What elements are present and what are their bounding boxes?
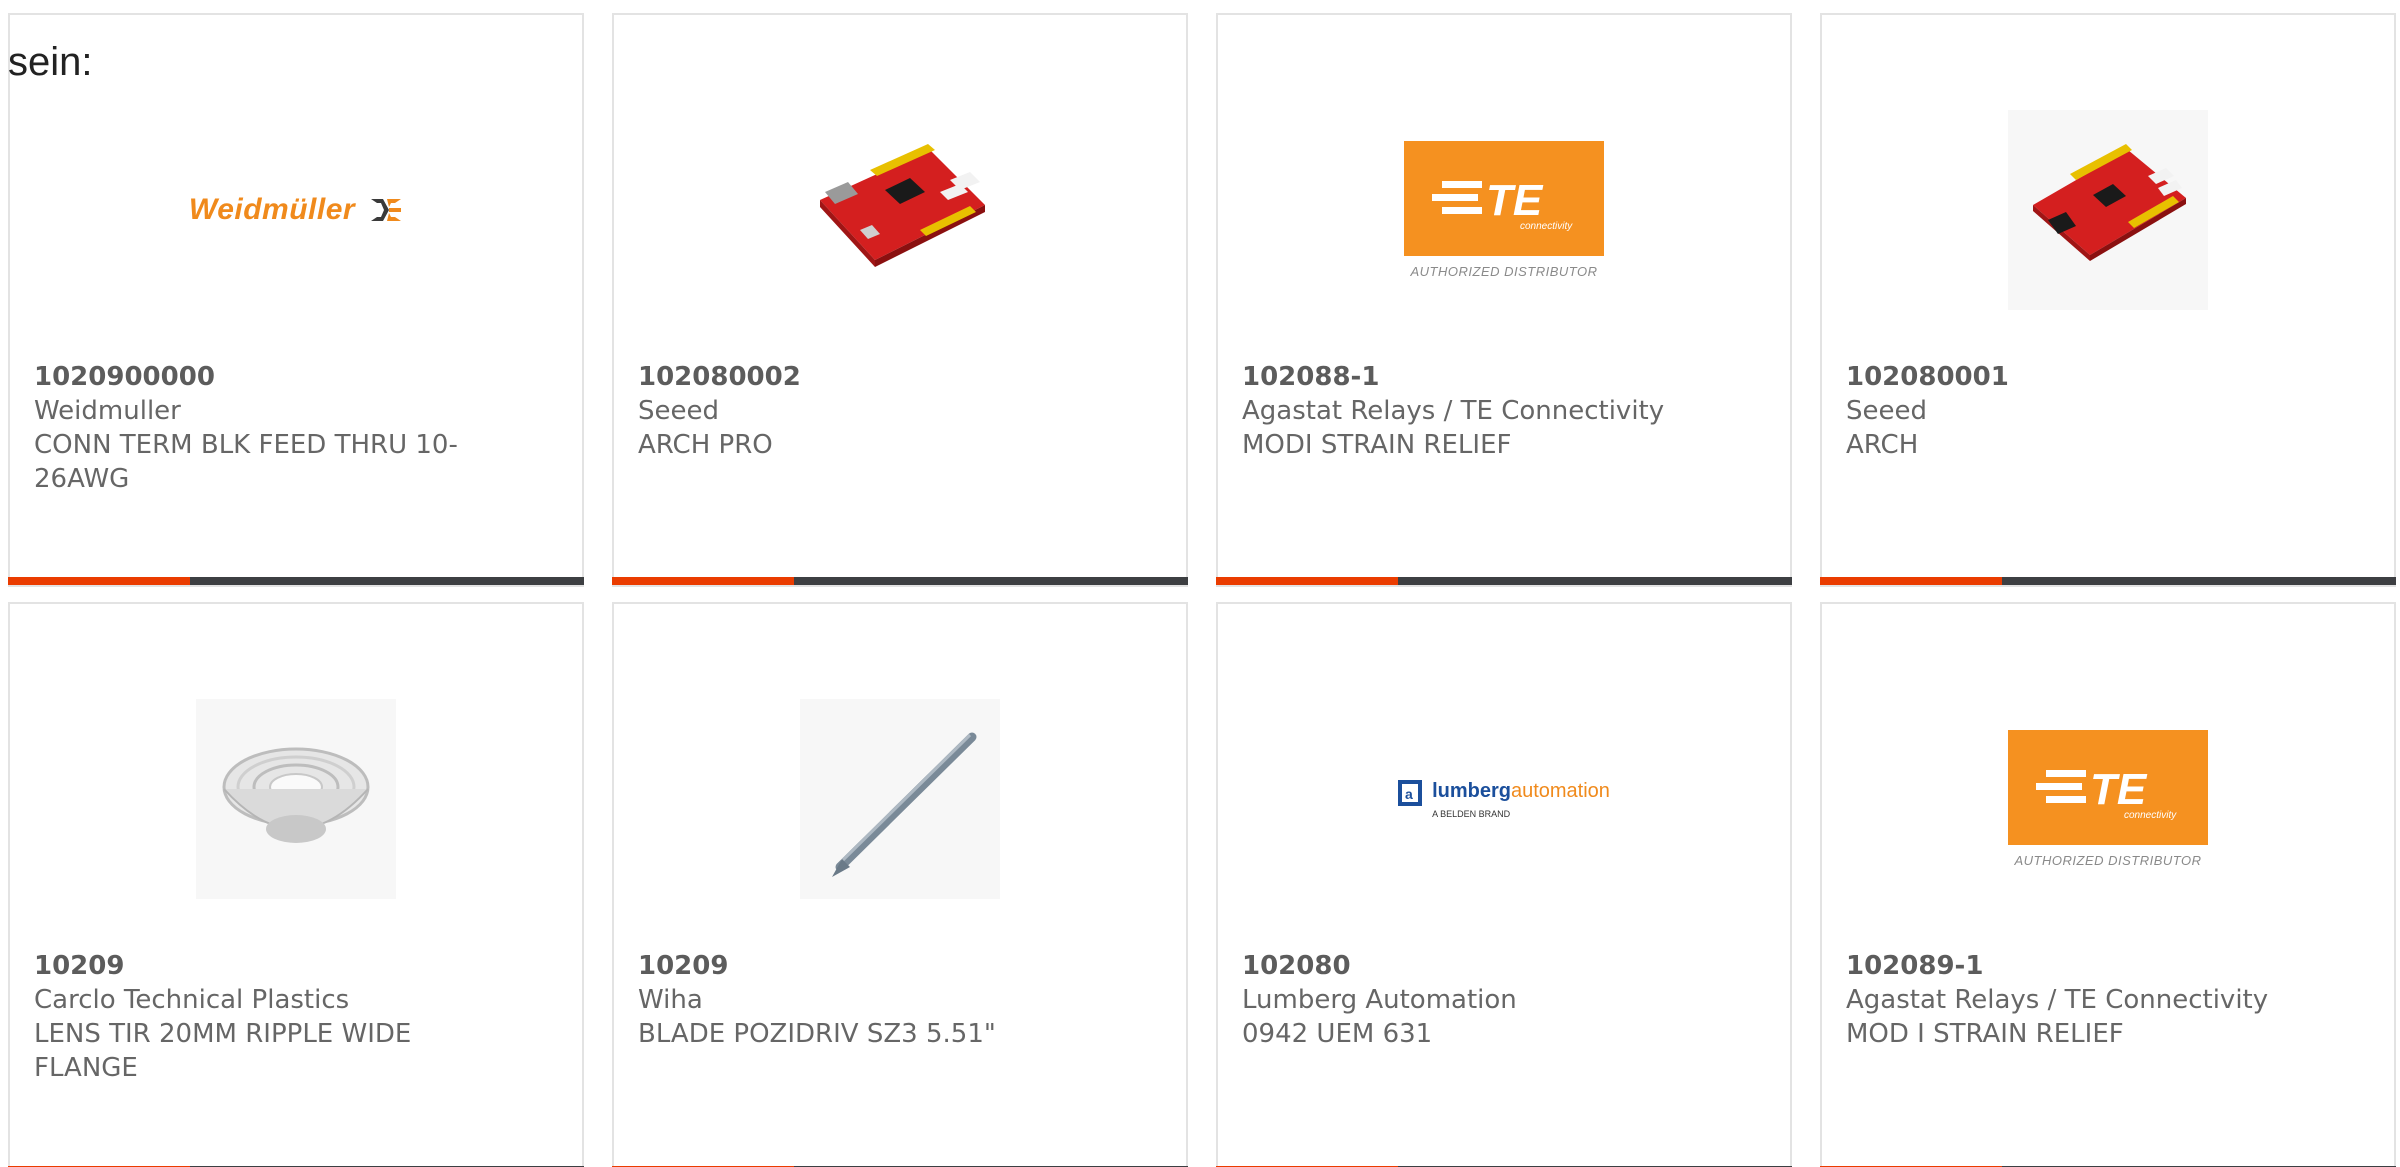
te-connectivity-logo: TE connectivity AUTHORIZED DISTRIBUTOR xyxy=(1404,141,1604,279)
part-number[interactable]: 102080 xyxy=(1242,949,1672,983)
description: MODI STRAIN RELIEF xyxy=(1242,430,1512,460)
description: LENS TIR 20MM RIPPLE WIDE FLANGE xyxy=(34,1019,412,1083)
description: CONN TERM BLK FEED THRU 10-26AWG xyxy=(34,430,458,494)
product-card[interactable]: 10209 Carclo Technical Plastics LENS TIR… xyxy=(8,602,584,1167)
manufacturer: Seeed xyxy=(1846,396,1927,426)
te-mark-icon: TE connectivity xyxy=(2036,765,2177,821)
part-number[interactable]: 102080002 xyxy=(638,360,1068,394)
card-footer-accent xyxy=(1820,577,2002,585)
card-footer-accent xyxy=(8,577,190,585)
card-footer-accent xyxy=(1216,577,1398,585)
manufacturer: Carclo Technical Plastics xyxy=(34,985,350,1015)
te-mark-icon: TE connectivity xyxy=(1432,176,1573,232)
product-info: 10209 Wiha BLADE POZIDRIV SZ3 5.51" xyxy=(638,949,1068,1051)
intro-text: sein: xyxy=(8,40,93,84)
manufacturer: Weidmuller xyxy=(34,396,181,426)
card-footer-bar xyxy=(8,577,584,585)
te-connectivity-logo: TE connectivity AUTHORIZED DISTRIBUTOR xyxy=(2008,730,2208,868)
product-image[interactable] xyxy=(614,649,1186,949)
svg-text:a: a xyxy=(1405,786,1413,802)
description: MOD I STRAIN RELIEF xyxy=(1846,1019,2124,1049)
part-number[interactable]: 102088-1 xyxy=(1242,360,1672,394)
product-image[interactable] xyxy=(614,60,1186,360)
manufacturer: Agastat Relays / TE Connectivity xyxy=(1242,396,1665,426)
description: BLADE POZIDRIV SZ3 5.51" xyxy=(638,1019,996,1049)
red-dev-board-icon xyxy=(2008,110,2208,310)
description: 0942 UEM 631 xyxy=(1242,1019,1433,1049)
lumberg-wordmark: lumbergautomation xyxy=(1432,780,1610,803)
part-number[interactable]: 10209 xyxy=(34,949,464,983)
product-image[interactable]: a lumbergautomation A BELDEN BRAND xyxy=(1218,649,1790,949)
product-card[interactable]: Weidmüller 1020900000 Weidmuller CONN TE… xyxy=(8,13,584,587)
product-image[interactable] xyxy=(1822,60,2394,360)
card-footer-bar xyxy=(612,577,1188,585)
manufacturer: Lumberg Automation xyxy=(1242,985,1517,1015)
te-logo-text: TE xyxy=(2090,765,2148,814)
product-info: 102080001 Seeed ARCH xyxy=(1846,360,2276,462)
product-card[interactable]: 102080002 Seeed ARCH PRO xyxy=(612,13,1188,587)
te-logo-text: TE xyxy=(1486,176,1544,225)
description: ARCH xyxy=(1846,430,1919,460)
product-image[interactable]: Weidmüller xyxy=(10,60,582,360)
description: ARCH PRO xyxy=(638,430,773,460)
product-card[interactable]: 102080001 Seeed ARCH xyxy=(1820,13,2396,587)
te-connectivity-text: connectivity xyxy=(2124,810,2177,821)
product-info: 102088-1 Agastat Relays / TE Connectivit… xyxy=(1242,360,1672,462)
lumberg-wordmark-a: lumberg xyxy=(1432,779,1511,802)
clear-lens-icon xyxy=(196,699,396,899)
manufacturer: Wiha xyxy=(638,985,703,1015)
lumberg-wordmark-b: automation xyxy=(1510,779,1610,802)
card-footer-bar xyxy=(1820,577,2396,585)
product-info: 102089-1 Agastat Relays / TE Connectivit… xyxy=(1846,949,2276,1051)
product-image[interactable]: TE connectivity AUTHORIZED DISTRIBUTOR xyxy=(1218,60,1790,360)
te-logo-box: TE connectivity xyxy=(2008,730,2208,845)
te-logo-box: TE connectivity xyxy=(1404,141,1604,256)
lumberg-mark-icon: a xyxy=(1398,779,1423,806)
te-authorized-text: AUTHORIZED DISTRIBUTOR xyxy=(2014,853,2202,868)
manufacturer: Seeed xyxy=(638,396,719,426)
card-footer-accent xyxy=(612,577,794,585)
product-card[interactable]: a lumbergautomation A BELDEN BRAND 10208… xyxy=(1216,602,1792,1167)
screwdriver-blade-icon xyxy=(800,699,1000,899)
te-connectivity-text: connectivity xyxy=(1520,221,1573,232)
part-number[interactable]: 10209 xyxy=(638,949,1068,983)
red-dev-board-icon xyxy=(820,144,985,267)
product-info: 102080 Lumberg Automation 0942 UEM 631 xyxy=(1242,949,1672,1051)
product-info: 1020900000 Weidmuller CONN TERM BLK FEED… xyxy=(34,360,464,496)
product-info: 102080002 Seeed ARCH PRO xyxy=(638,360,1068,462)
weidmuller-logo-text: Weidmüller xyxy=(188,193,356,226)
te-authorized-text: AUTHORIZED DISTRIBUTOR xyxy=(1410,264,1598,279)
manufacturer: Agastat Relays / TE Connectivity xyxy=(1846,985,2269,1015)
product-card[interactable]: TE connectivity AUTHORIZED DISTRIBUTOR 1… xyxy=(1216,13,1792,587)
part-number[interactable]: 102080001 xyxy=(1846,360,2276,394)
product-grid: sein: Weidmüller 1020900000 Weidmuller C… xyxy=(0,0,2400,1167)
product-info: 10209 Carclo Technical Plastics LENS TIR… xyxy=(34,949,464,1085)
weidmuller-logo: Weidmüller xyxy=(189,193,403,227)
product-card[interactable]: 10209 Wiha BLADE POZIDRIV SZ3 5.51" xyxy=(612,602,1188,1167)
product-card[interactable]: TE connectivity AUTHORIZED DISTRIBUTOR 1… xyxy=(1820,602,2396,1167)
part-number[interactable]: 102089-1 xyxy=(1846,949,2276,983)
part-number[interactable]: 1020900000 xyxy=(34,360,464,394)
product-image[interactable]: TE connectivity AUTHORIZED DISTRIBUTOR xyxy=(1822,649,2394,949)
product-image[interactable] xyxy=(10,649,582,949)
lumberg-automation-logo: a lumbergautomation A BELDEN BRAND xyxy=(1398,779,1610,819)
lumberg-subtitle: A BELDEN BRAND xyxy=(1432,808,1511,819)
card-footer-bar xyxy=(1216,577,1792,585)
weidmuller-mark-icon xyxy=(371,199,402,221)
